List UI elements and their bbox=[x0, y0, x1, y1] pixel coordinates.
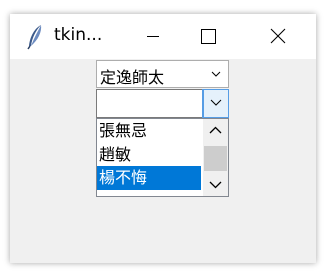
maximize-icon bbox=[201, 29, 216, 44]
close-icon bbox=[270, 28, 286, 44]
list-item[interactable]: 趙敏 bbox=[97, 143, 201, 167]
combobox-2-dropdown-button[interactable] bbox=[202, 89, 229, 118]
scroll-down-button[interactable] bbox=[203, 174, 228, 196]
minimize-button[interactable] bbox=[130, 14, 176, 59]
close-button[interactable] bbox=[254, 14, 300, 59]
scroll-thumb[interactable] bbox=[204, 146, 227, 171]
window-title: tkin... bbox=[54, 25, 103, 45]
chevron-down-icon bbox=[209, 181, 222, 189]
list-item[interactable]: 張無忌 bbox=[97, 119, 201, 143]
listbox[interactable]: 張無忌 趙敏 楊不悔 bbox=[96, 118, 229, 197]
list-item-selected[interactable]: 楊不悔 bbox=[97, 166, 201, 190]
scroll-up-button[interactable] bbox=[203, 119, 228, 141]
client-area: 定逸師太 張無忌 趙敏 楊不悔 bbox=[10, 59, 316, 263]
app-window: tkin... 定逸師太 張無忌 趙敏 楊不悔 bbox=[10, 14, 316, 263]
chevron-down-icon[interactable] bbox=[206, 61, 226, 87]
combobox-2[interactable] bbox=[96, 89, 229, 118]
title-bar[interactable]: tkin... bbox=[10, 14, 316, 59]
chevron-up-icon bbox=[209, 126, 222, 134]
combobox-1[interactable]: 定逸師太 bbox=[96, 60, 229, 88]
feather-icon bbox=[27, 25, 42, 50]
chevron-down-icon bbox=[210, 99, 222, 106]
combobox-1-value: 定逸師太 bbox=[100, 68, 165, 87]
listbox-items: 張無忌 趙敏 楊不悔 bbox=[97, 119, 201, 196]
minimize-icon bbox=[147, 36, 159, 37]
vertical-scrollbar[interactable] bbox=[203, 119, 228, 196]
maximize-button[interactable] bbox=[184, 14, 230, 59]
